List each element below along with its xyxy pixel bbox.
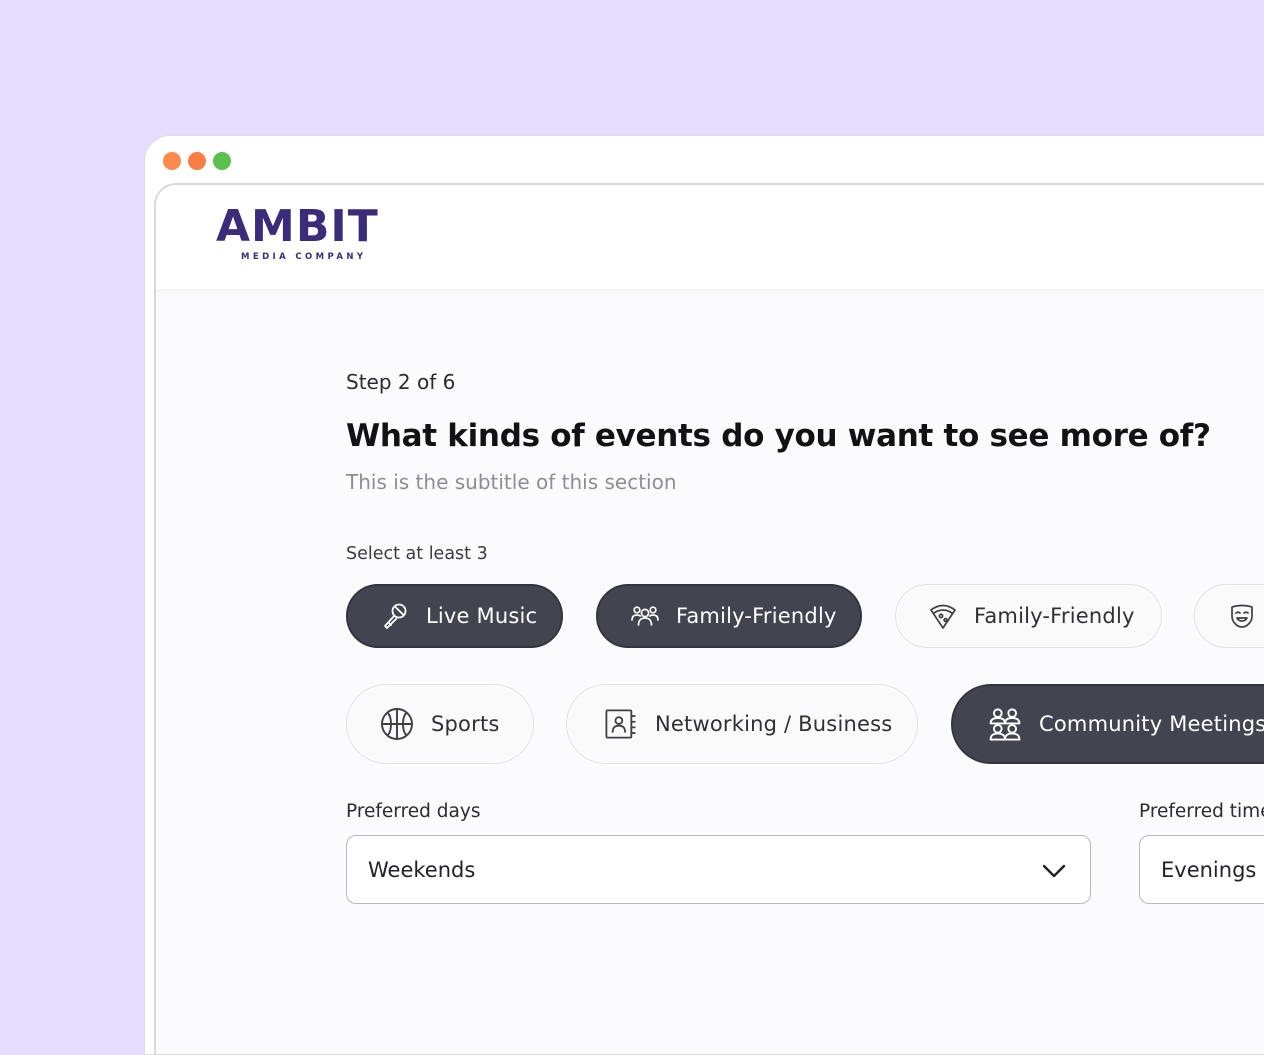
chip-networking-business[interactable]: Networking / Business <box>566 684 918 764</box>
chip-live-music[interactable]: Live Music <box>346 584 563 648</box>
preferred-time-value: Evenings <box>1161 857 1257 882</box>
chip-label: Networking / Business <box>655 712 893 736</box>
close-dot[interactable] <box>163 152 181 170</box>
community-icon <box>987 706 1023 742</box>
basketball-icon <box>379 706 415 742</box>
chip-label: Community Meetings <box>1039 712 1264 736</box>
browser-window: AMBIT MEDIA COMPANY Step 2 of 6 What kin… <box>144 135 1264 1055</box>
microphone-icon <box>380 601 410 631</box>
step-indicator: Step 2 of 6 <box>346 370 456 394</box>
maximize-dot[interactable] <box>213 152 231 170</box>
preferred-time-label: Preferred time <box>1139 801 1264 822</box>
theater-mask-icon <box>1227 601 1257 631</box>
pizza-icon <box>928 601 958 631</box>
brand-logo[interactable]: AMBIT MEDIA COMPANY <box>216 203 396 265</box>
logo-wordmark: AMBIT <box>216 201 379 252</box>
chip-label: Family-Friendly <box>974 604 1135 628</box>
preferred-days-value: Weekends <box>368 857 476 882</box>
chip-community-meetings[interactable]: Community Meetings <box>951 684 1264 764</box>
people-group-icon <box>630 601 660 631</box>
minimize-dot[interactable] <box>188 152 206 170</box>
preferred-time-select[interactable]: Evenings <box>1139 835 1264 904</box>
chip-sports[interactable]: Sports <box>346 684 534 764</box>
window-controls <box>163 152 231 170</box>
chip-label: Family-Friendly <box>676 604 837 628</box>
section-title: What kinds of events do you want to see … <box>346 418 1211 454</box>
section-subtitle: This is the subtitle of this section <box>346 470 677 494</box>
chip-family-friendly-food[interactable]: Family-Friendly <box>895 584 1162 648</box>
chip-theater[interactable] <box>1194 584 1264 648</box>
preferred-days-label: Preferred days <box>346 801 481 822</box>
logo-tagline: MEDIA COMPANY <box>241 252 367 262</box>
chevron-down-icon <box>1042 859 1066 883</box>
contact-book-icon <box>603 707 637 741</box>
page-frame: AMBIT MEDIA COMPANY Step 2 of 6 What kin… <box>154 183 1264 1054</box>
preferred-days-select[interactable]: Weekends <box>346 835 1091 904</box>
chip-label: Sports <box>431 712 500 736</box>
chip-family-friendly[interactable]: Family-Friendly <box>596 584 862 648</box>
chip-label: Live Music <box>426 604 538 628</box>
selection-hint: Select at least 3 <box>346 544 488 564</box>
site-header: AMBIT MEDIA COMPANY <box>156 185 1264 289</box>
